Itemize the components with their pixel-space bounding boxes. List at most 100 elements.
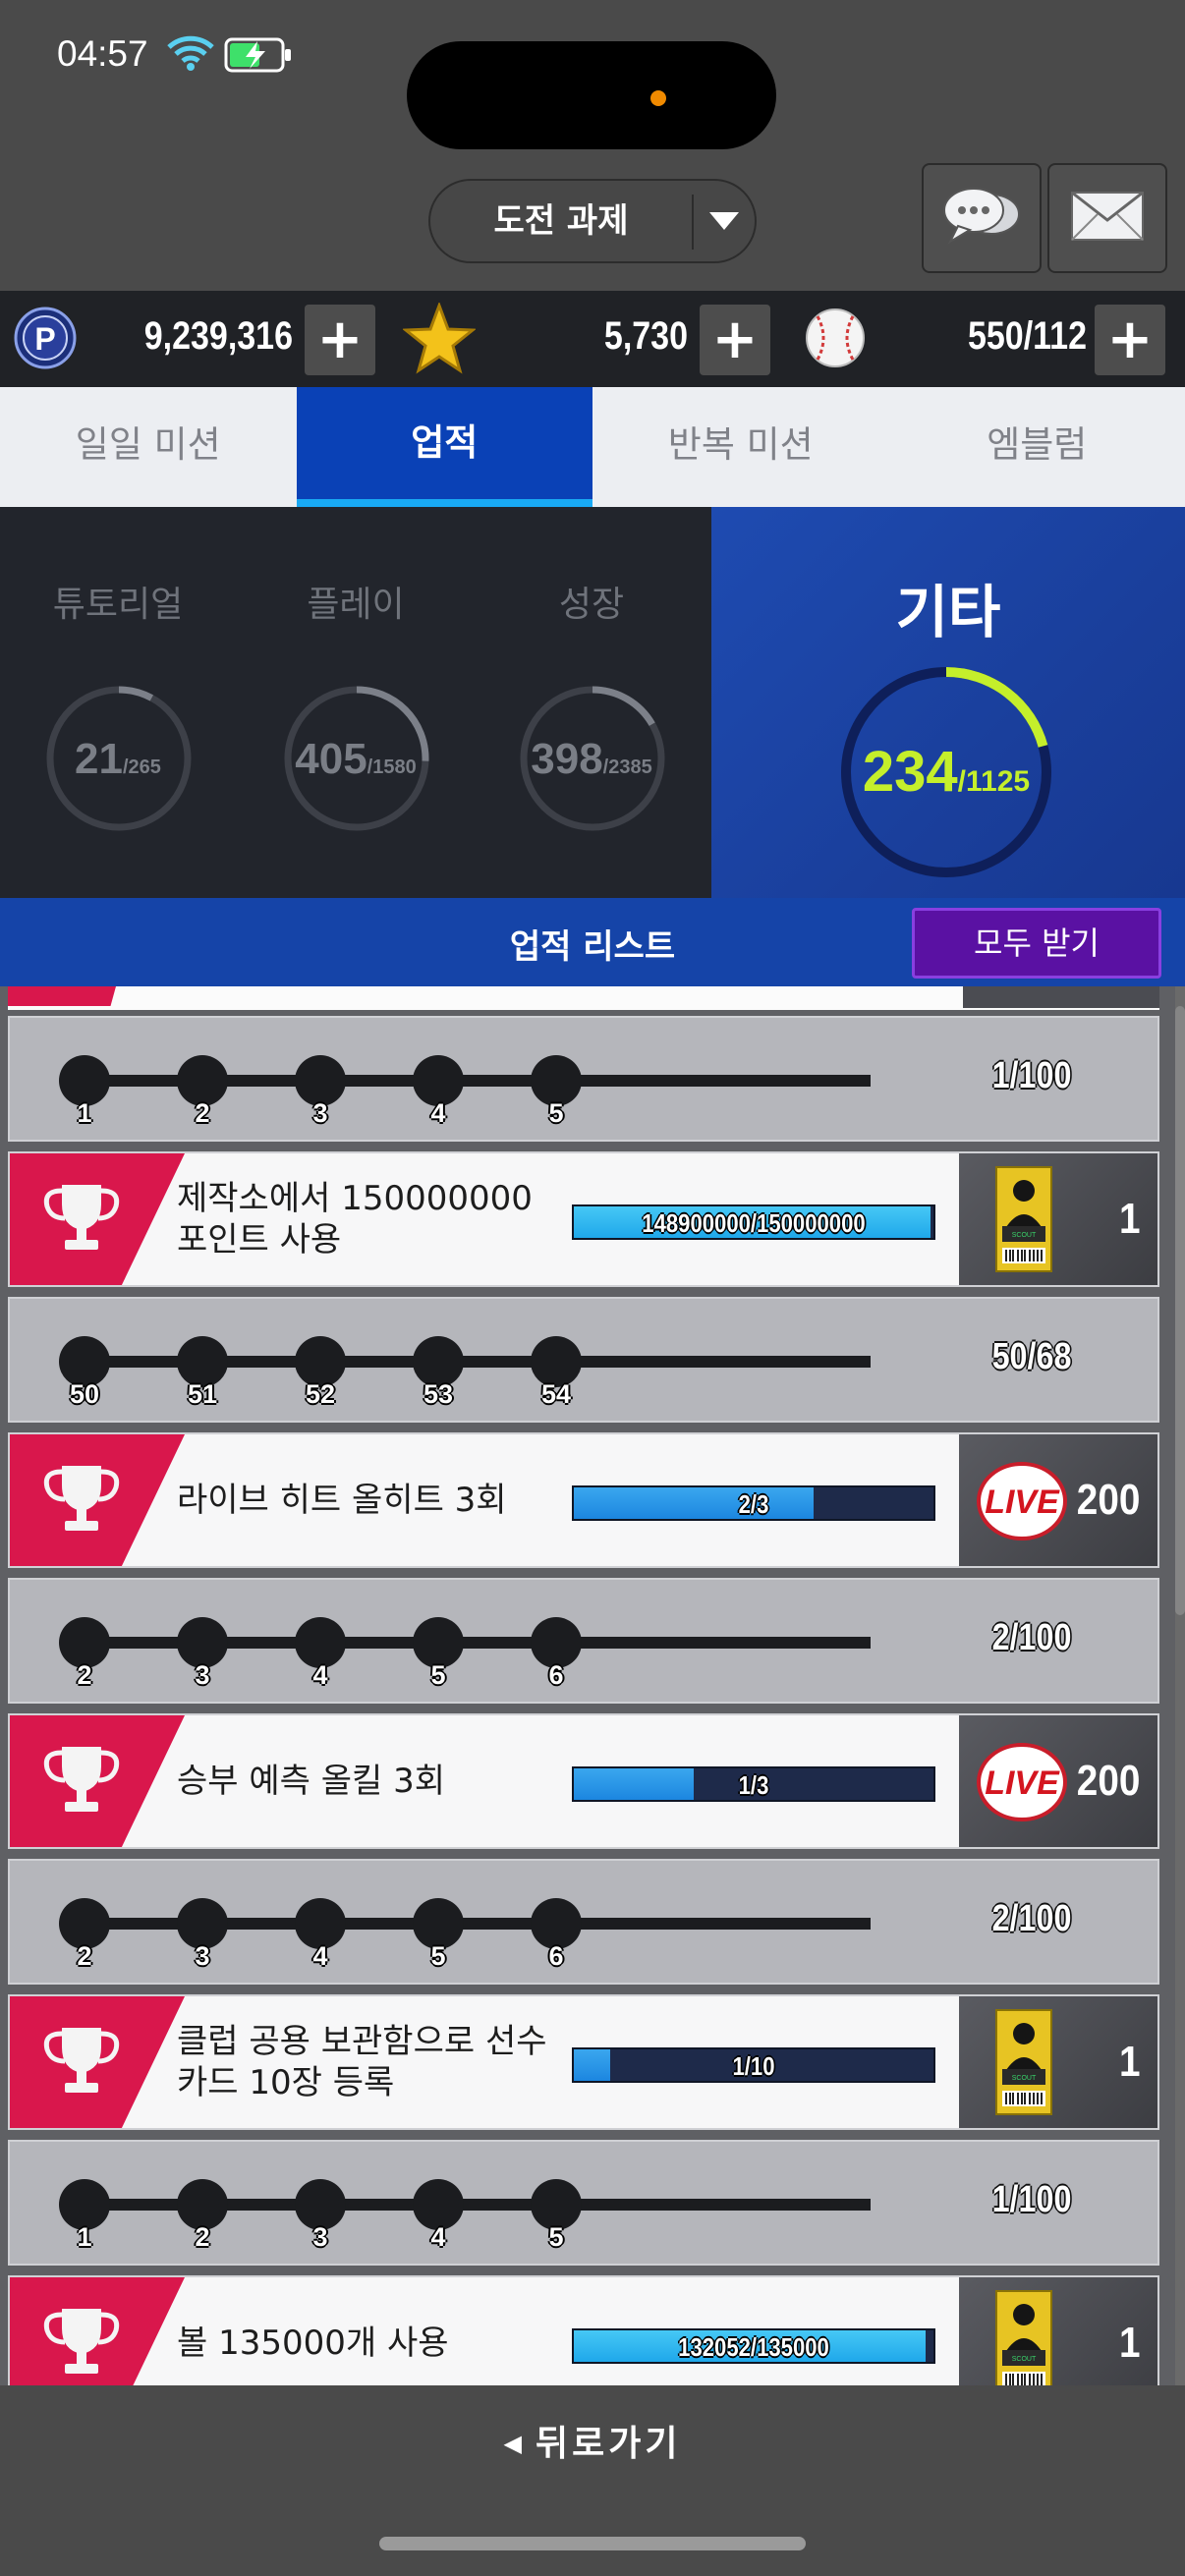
trophy-icon: [37, 2022, 126, 2104]
progress-text: 132052/135000: [678, 2332, 829, 2362]
tab-emblem[interactable]: 엠블럼: [889, 387, 1185, 507]
svg-text:LIVE: LIVE: [985, 1484, 1060, 1521]
progress-node-label: 3: [312, 2222, 328, 2252]
tab-daily-mission[interactable]: 일일 미션: [0, 387, 297, 507]
mail-button[interactable]: [1047, 163, 1167, 273]
achievement-item[interactable]: 승부 예측 올킬 3회 1/3 LIVE 200: [8, 1713, 1159, 1849]
tab-achievements[interactable]: 업적: [296, 387, 592, 507]
progress-node-label: 2: [77, 1941, 92, 1971]
stat-other-value: 234/1125: [862, 740, 1031, 804]
progress-text: 148900000/150000000: [642, 1208, 866, 1238]
achievement-progress-bar: 1/3: [572, 1766, 935, 1802]
progress-text: 2/3: [738, 1489, 769, 1519]
achievement-title: 라이브 히트 올히트 3회: [177, 1481, 507, 1520]
svg-text:SCOUT: SCOUT: [1012, 1232, 1037, 1239]
stat-growth[interactable]: 성장 398/2385: [474, 507, 709, 898]
claim-all-button[interactable]: 모두 받기: [912, 908, 1161, 979]
envelope-icon: [1070, 191, 1145, 246]
achievement-progress-bar: 148900000/150000000: [572, 1204, 935, 1240]
progress-node-label: 3: [195, 1660, 210, 1690]
progress-node-label: 2: [195, 1098, 210, 1128]
achievement-item[interactable]: 제작소에서 150000000 포인트 사용 148900000/15000000…: [8, 1151, 1159, 1287]
reward-box[interactable]: SCOUT 1: [959, 1996, 1157, 2128]
progress-node-label: 53: [423, 1379, 454, 1409]
camera-island: [407, 41, 776, 149]
achievement-progress-row: 2 3 4 5 6 2/100: [8, 1859, 1159, 1985]
progress-node-label: 2: [77, 1660, 92, 1690]
stat-value: 21/265: [75, 735, 161, 783]
add-points-button[interactable]: +: [305, 305, 375, 375]
stat-tutorial[interactable]: 튜토리얼 21/265: [0, 507, 236, 898]
progress-node-label: 5: [430, 1660, 446, 1690]
achievement-progress-row: 2 3 4 5 6 2/100: [8, 1578, 1159, 1704]
progress-count: 2/100: [991, 1617, 1072, 1658]
achievement-progress-row: 1 2 3 4 5 1/100: [8, 2140, 1159, 2266]
progress-node-label: 1: [77, 1098, 92, 1128]
reward-amount: 200: [1076, 1476, 1140, 1524]
progress-node-label: 5: [548, 1098, 564, 1128]
back-button[interactable]: ◀ 뒤로가기: [0, 2385, 1185, 2484]
tab-repeat-mission[interactable]: 반복 미션: [592, 387, 889, 507]
stat-value: 405/1580: [295, 735, 417, 783]
achievement-progress-bar: 132052/135000: [572, 2328, 935, 2364]
progress-node-label: 6: [548, 1941, 564, 1971]
trophy-icon: [37, 2303, 126, 2385]
achievement-item[interactable]: 라이브 히트 올히트 3회 2/3 LIVE 200: [8, 1432, 1159, 1568]
progress-node-label: 5: [548, 2222, 564, 2252]
trophy-icon: [37, 1460, 126, 1542]
reward-box[interactable]: LIVE 200: [959, 1434, 1157, 1566]
scrollbar-track[interactable]: [1175, 986, 1185, 2385]
add-balls-button[interactable]: +: [1095, 305, 1165, 375]
stat-name: 기타: [895, 579, 1001, 645]
reward-box[interactable]: SCOUT 1: [959, 1153, 1157, 1285]
achievement-progress-bar: 2/3: [572, 1485, 935, 1521]
scout-ticket-icon: SCOUT: [994, 1165, 1053, 1277]
svg-text:SCOUT: SCOUT: [1012, 2356, 1037, 2363]
stat-name: 튜토리얼: [52, 585, 184, 625]
progress-node-label: 52: [305, 1379, 336, 1409]
reward-amount: 1: [1118, 2038, 1140, 2086]
stat-value: 398/2385: [531, 735, 652, 783]
reward-amount: 200: [1076, 1757, 1140, 1805]
achievement-item[interactable]: 볼 135000개 사용 132052/135000 SCOUT 1: [8, 2275, 1159, 2385]
star-icon: [401, 301, 478, 379]
add-stars-button[interactable]: +: [700, 305, 770, 375]
progress-node-label: 4: [430, 1098, 446, 1128]
wifi-icon: [167, 35, 214, 75]
scout-ticket-icon: SCOUT: [994, 2289, 1053, 2385]
reward-amount: 1: [1118, 2319, 1140, 2367]
home-indicator[interactable]: [379, 2537, 806, 2550]
progress-node-label: 50: [69, 1379, 100, 1409]
status-time: 04:57: [57, 33, 148, 74]
scrollbar-thumb[interactable]: [1175, 1006, 1185, 1615]
currency-bar: P 9,239,316 + 5,730 + 550/112 +: [0, 291, 1185, 387]
svg-text:P: P: [34, 321, 55, 357]
mission-tabs: 일일 미션 업적 반복 미션 엠블럼: [0, 387, 1185, 507]
achievement-progress-row: 1 2 3 4 5 1/100: [8, 1016, 1159, 1142]
mission-category-dropdown[interactable]: 도전 과제: [428, 179, 757, 263]
svg-text:LIVE: LIVE: [985, 1764, 1060, 1802]
progress-node-label: 3: [195, 1941, 210, 1971]
progress-text: 1/10: [732, 2051, 775, 2081]
reward-box[interactable]: SCOUT 1: [959, 2277, 1157, 2385]
achievement-list[interactable]: 1 2 3 4 5 1/100 제작소에서 150000000 포인트 사용 14890000…: [0, 986, 1185, 2385]
progress-node-label: 4: [312, 1941, 328, 1971]
reward-box[interactable]: LIVE 200: [959, 1715, 1157, 1847]
trophy-icon: [37, 1741, 126, 1823]
achievement-title: 승부 예측 올킬 3회: [177, 1762, 446, 1801]
chat-button[interactable]: [922, 163, 1042, 273]
progress-node-label: 51: [187, 1379, 218, 1409]
dropdown-label: 도전 과제: [493, 201, 629, 241]
live-badge-icon: LIVE: [975, 1460, 1069, 1546]
points-coin-icon: P: [14, 307, 77, 373]
live-badge-icon: LIVE: [975, 1741, 1069, 1827]
progress-count: 1/100: [991, 2179, 1072, 2220]
progress-node-label: 2: [195, 2222, 210, 2252]
recording-indicator: [650, 90, 666, 106]
progress-node-label: 4: [312, 1660, 328, 1690]
status-bar: 04:57: [0, 0, 1185, 149]
stat-play[interactable]: 플레이 405/1580: [238, 507, 474, 898]
stat-name: 플레이: [307, 585, 405, 625]
achievement-item[interactable]: 클럽 공용 보관함으로 선수 카드 10장 등록 1/10 SCOUT 1: [8, 1994, 1159, 2130]
achievement-list-header: 업적 리스트 모두 받기: [0, 898, 1185, 986]
